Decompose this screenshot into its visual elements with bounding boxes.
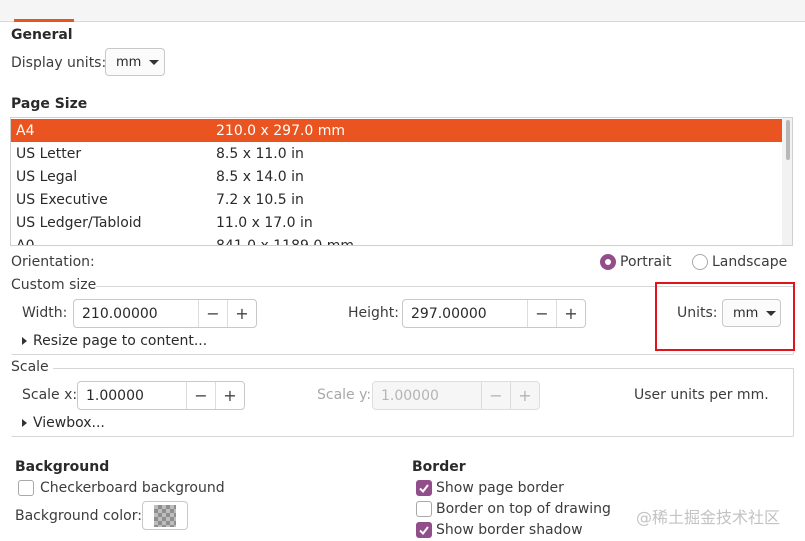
scale-y-label: Scale y: bbox=[317, 387, 372, 403]
scrollbar-thumb[interactable] bbox=[786, 120, 790, 160]
show-border-checkbox[interactable]: Show page border bbox=[416, 480, 564, 496]
viewbox-expander[interactable]: Viewbox... bbox=[22, 415, 105, 431]
scale-x-input[interactable]: 1.00000 bbox=[78, 382, 186, 409]
list-item[interactable]: A0 841.0 x 1189.0 mm bbox=[11, 234, 783, 246]
width-spinbutton[interactable]: 210.00000 − + bbox=[73, 299, 257, 328]
background-heading: Background bbox=[15, 459, 110, 475]
background-color-label: Background color: bbox=[15, 508, 142, 524]
viewbox-label: Viewbox... bbox=[33, 415, 105, 431]
border-on-top-label: Border on top of drawing bbox=[436, 501, 611, 517]
chevron-right-icon bbox=[22, 419, 27, 427]
resize-label: Resize page to content... bbox=[33, 333, 208, 349]
chevron-right-icon bbox=[22, 337, 27, 345]
scale-x-label: Scale x: bbox=[22, 387, 78, 403]
checkbox-unchecked-icon bbox=[416, 501, 432, 517]
frame-divider bbox=[53, 368, 794, 369]
page-size-dims: 8.5 x 14.0 in bbox=[216, 168, 304, 185]
list-item[interactable]: US Letter 8.5 x 11.0 in bbox=[11, 142, 783, 165]
page-size-dims: 11.0 x 17.0 in bbox=[216, 214, 313, 231]
checkbox-unchecked-icon bbox=[18, 480, 34, 496]
checkmark-icon bbox=[416, 480, 432, 496]
page-size-dims: 841.0 x 1189.0 mm bbox=[216, 237, 354, 246]
tab-strip bbox=[0, 0, 805, 22]
checkmark-icon bbox=[416, 522, 432, 538]
page-size-name: US Legal bbox=[16, 168, 78, 185]
portrait-radio[interactable]: Portrait bbox=[600, 254, 671, 270]
height-input[interactable]: 297.00000 bbox=[403, 300, 527, 327]
border-shadow-checkbox[interactable]: Show border shadow bbox=[416, 522, 583, 538]
scale-x-spinbutton[interactable]: 1.00000 − + bbox=[77, 381, 245, 410]
resize-to-content-expander[interactable]: Resize page to content... bbox=[22, 333, 207, 349]
minus-icon: − bbox=[481, 382, 510, 409]
checkerboard-label: Checkerboard background bbox=[40, 480, 225, 496]
portrait-label: Portrait bbox=[620, 254, 672, 270]
plus-icon[interactable]: + bbox=[215, 382, 244, 409]
list-item[interactable]: A4 210.0 x 297.0 mm bbox=[11, 119, 783, 142]
general-heading: General bbox=[11, 27, 73, 43]
active-tab-indicator bbox=[14, 19, 74, 22]
page-size-name: US Ledger/Tabloid bbox=[16, 214, 142, 231]
list-item[interactable]: US Ledger/Tabloid 11.0 x 17.0 in bbox=[11, 211, 783, 234]
page-size-name: A0 bbox=[16, 237, 35, 246]
orientation-label: Orientation: bbox=[11, 254, 95, 270]
border-on-top-checkbox[interactable]: Border on top of drawing bbox=[416, 501, 611, 517]
display-units-label: Display units: bbox=[11, 55, 107, 71]
watermark: @稀土掘金技术社区 bbox=[636, 508, 781, 527]
display-units-value: mm bbox=[116, 54, 142, 70]
page-size-dims: 210.0 x 297.0 mm bbox=[216, 122, 346, 139]
plus-icon: + bbox=[510, 382, 539, 409]
border-heading: Border bbox=[412, 459, 466, 475]
user-units-text: User units per mm. bbox=[634, 387, 769, 403]
show-border-label: Show page border bbox=[436, 480, 564, 496]
page-size-name: A4 bbox=[16, 122, 35, 139]
minus-icon[interactable]: − bbox=[527, 300, 556, 327]
display-units-combo[interactable]: mm bbox=[105, 48, 165, 76]
radio-selected-icon bbox=[600, 254, 616, 270]
checkerboard-checkbox[interactable]: Checkerboard background bbox=[18, 480, 225, 496]
list-item[interactable]: US Executive 7.2 x 10.5 in bbox=[11, 188, 783, 211]
page-size-list[interactable]: A4 210.0 x 297.0 mm US Letter 8.5 x 11.0… bbox=[10, 117, 793, 246]
border-shadow-label: Show border shadow bbox=[436, 522, 583, 538]
chevron-down-icon bbox=[149, 59, 160, 65]
list-item[interactable]: US Legal 8.5 x 14.0 in bbox=[11, 165, 783, 188]
page-size-name: US Executive bbox=[16, 191, 108, 208]
page-size-dims: 8.5 x 11.0 in bbox=[216, 145, 304, 162]
page-size-name: US Letter bbox=[16, 145, 82, 162]
height-label: Height: bbox=[348, 305, 399, 321]
width-input[interactable]: 210.00000 bbox=[74, 300, 198, 327]
landscape-label: Landscape bbox=[712, 254, 788, 270]
scale-y-input: 1.00000 bbox=[381, 387, 439, 404]
minus-icon[interactable]: − bbox=[198, 300, 227, 327]
plus-icon[interactable]: + bbox=[227, 300, 256, 327]
height-spinbutton[interactable]: 297.00000 − + bbox=[402, 299, 586, 328]
list-scrollbar[interactable] bbox=[782, 118, 792, 245]
background-color-button[interactable] bbox=[142, 501, 188, 530]
checkerboard-swatch-icon bbox=[154, 504, 176, 527]
radio-unselected-icon bbox=[692, 254, 708, 270]
page-size-heading: Page Size bbox=[11, 96, 88, 112]
units-highlight-box bbox=[655, 282, 795, 351]
minus-icon[interactable]: − bbox=[186, 382, 215, 409]
page-size-dims: 7.2 x 10.5 in bbox=[216, 191, 304, 208]
scale-y-spinbutton: 1.00000 − + bbox=[372, 381, 540, 410]
width-label: Width: bbox=[22, 305, 68, 321]
landscape-radio[interactable]: Landscape bbox=[692, 254, 787, 270]
plus-icon[interactable]: + bbox=[556, 300, 585, 327]
